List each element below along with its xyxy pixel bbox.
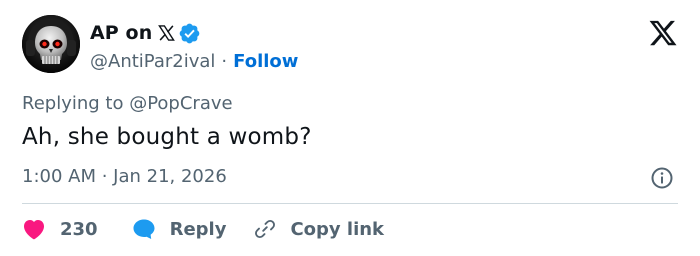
- reply-bubble-icon: [132, 218, 156, 240]
- avatar[interactable]: [22, 15, 80, 73]
- action-bar: 230 Reply Copy link: [22, 214, 384, 244]
- handle-separator: ·: [221, 50, 228, 72]
- display-name[interactable]: AP on: [90, 22, 152, 44]
- author-handle[interactable]: @AntiPar2ival: [90, 51, 215, 72]
- copy-link-label: Copy link: [290, 218, 385, 240]
- heart-icon: [22, 218, 46, 240]
- info-icon[interactable]: [650, 166, 674, 190]
- reply-button[interactable]: Reply: [132, 218, 227, 240]
- x-brand-icon: [158, 25, 176, 41]
- link-icon: [254, 218, 276, 240]
- author-info: AP on @AntiPar2ival · Follow: [90, 20, 298, 74]
- x-logo-small-icon: [158, 25, 176, 41]
- reply-label: Reply: [169, 218, 227, 240]
- replying-to[interactable]: Replying to @PopCrave: [22, 93, 233, 114]
- tweet-timestamp[interactable]: 1:00 AM · Jan 21, 2026: [22, 166, 227, 187]
- skull-avatar-icon: [22, 15, 80, 73]
- tweet-text: Ah, she bought a womb?: [22, 124, 312, 150]
- divider: [22, 203, 678, 204]
- name-row: AP on: [90, 20, 298, 46]
- like-count: 230: [60, 218, 98, 240]
- like-button[interactable]: 230: [22, 218, 98, 240]
- verified-badge-icon: [178, 22, 201, 45]
- copy-link-button[interactable]: Copy link: [254, 218, 384, 240]
- follow-button[interactable]: Follow: [233, 51, 298, 72]
- x-logo-icon[interactable]: [648, 18, 678, 48]
- tweet-embed-card: AP on @AntiPar2ival · Follow Replying to…: [0, 0, 700, 256]
- handle-row: @AntiPar2ival · Follow: [90, 48, 298, 74]
